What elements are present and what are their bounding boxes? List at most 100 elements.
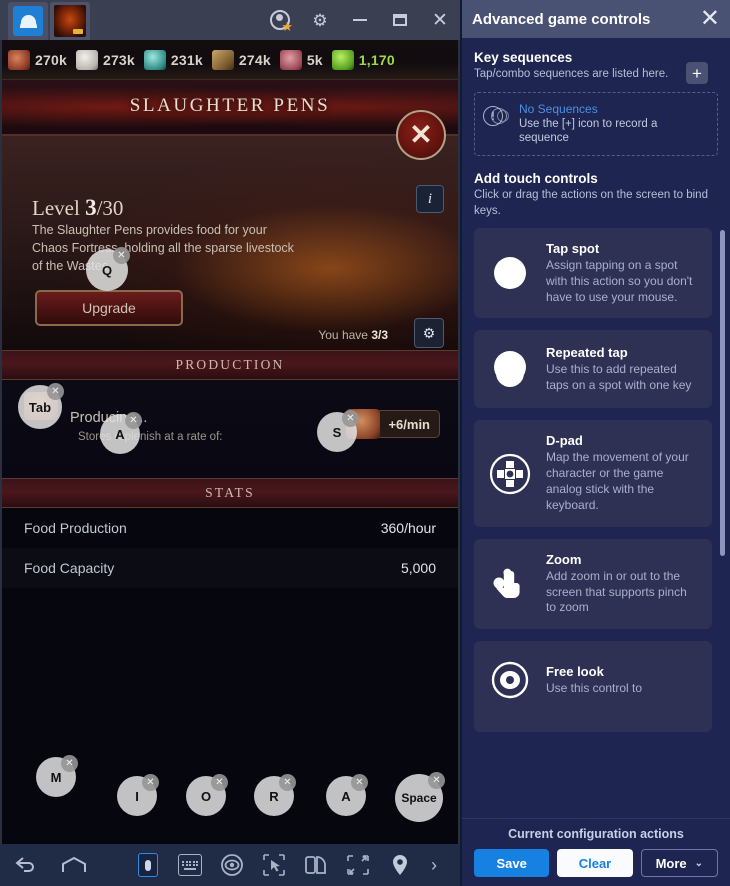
close-panel-icon[interactable]: ✕ xyxy=(700,7,720,31)
building-panel-header: SLAUGHTER PENS xyxy=(2,80,458,136)
panel-footer: Current configuration actions Save Clear… xyxy=(462,818,730,886)
screenshot-button[interactable] xyxy=(298,844,334,886)
add-sequence-button[interactable]: + xyxy=(686,62,708,84)
panel-scrollbar[interactable] xyxy=(720,230,725,556)
key-bubble-tab[interactable]: Tab ✕ xyxy=(18,383,64,429)
key-bubble-s[interactable]: S ✕ xyxy=(317,410,359,452)
remove-binding-icon[interactable]: ✕ xyxy=(351,774,368,791)
panel-header: Advanced game controls ✕ xyxy=(462,0,730,38)
building-settings-button[interactable]: ⚙ xyxy=(414,318,444,348)
card-title: Repeated tap xyxy=(546,345,628,361)
location-button[interactable] xyxy=(382,844,418,886)
resource-item: 273k xyxy=(75,49,135,70)
touch-control-card-list[interactable]: Tap spot Assign tapping on a spot with t… xyxy=(462,228,730,810)
plus-icon: + xyxy=(692,63,702,83)
close-window-button[interactable]: ✕ xyxy=(420,0,460,40)
clear-button[interactable]: Clear xyxy=(557,849,633,877)
settings-button[interactable]: ⚙ xyxy=(300,0,340,40)
info-button[interactable]: i xyxy=(416,185,444,213)
resource-value: 1,170 xyxy=(358,51,395,68)
close-panel-button[interactable]: ✕ xyxy=(396,110,446,160)
minimize-button[interactable] xyxy=(340,0,380,40)
location-pin-icon xyxy=(393,855,407,875)
key-bubble-m[interactable]: M ✕ xyxy=(36,755,78,797)
remove-binding-icon[interactable]: ✕ xyxy=(142,774,159,791)
remove-binding-icon[interactable]: ✕ xyxy=(211,774,228,791)
more-button[interactable]: More ⌄ xyxy=(640,849,718,877)
resource-value: 274k xyxy=(238,51,271,68)
resource-item: 1,170 xyxy=(331,49,395,70)
clear-label: Clear xyxy=(578,855,612,871)
macro-button[interactable] xyxy=(214,844,250,886)
card-repeated-tap[interactable]: Repeated tap Use this to add repeated ta… xyxy=(474,330,712,409)
level-prefix: Level xyxy=(32,196,86,220)
remove-binding-icon[interactable]: ✕ xyxy=(279,774,296,791)
game-viewport[interactable]: 270k 273k 231k 274k 5k 1,170 SLAUGHTER P… xyxy=(2,40,458,844)
upgrade-label: Upgrade xyxy=(82,300,136,316)
resource-value: 270k xyxy=(35,51,67,68)
remove-binding-icon[interactable]: ✕ xyxy=(47,383,64,400)
stat-label: Food Capacity xyxy=(24,560,115,576)
key-bubble-a-2[interactable]: A ✕ xyxy=(326,774,368,816)
screenshot-icon xyxy=(305,856,326,874)
fullscreen-button[interactable] xyxy=(340,844,376,886)
panel-title: Advanced game controls xyxy=(472,10,651,28)
production-band-label: PRODUCTION xyxy=(175,357,285,372)
key-bubble-o[interactable]: O ✕ xyxy=(186,774,228,816)
upgrade-button[interactable]: Upgrade xyxy=(35,290,183,326)
emulator-toolbar: › xyxy=(0,844,460,886)
stat-label: Food Production xyxy=(24,520,127,536)
key-bubble-label: M xyxy=(50,769,62,785)
card-title: Free look xyxy=(546,663,604,679)
remove-binding-icon[interactable]: ✕ xyxy=(342,410,359,427)
key-sequences-title: Key sequences xyxy=(474,50,573,65)
d-pad-icon xyxy=(484,448,536,500)
game-controls-icon xyxy=(138,853,158,877)
advanced-game-controls-panel: Advanced game controls ✕ Key sequences T… xyxy=(462,0,730,886)
account-button[interactable]: ★ xyxy=(260,0,300,40)
screen: ★ ⚙ ✕ 270k 273k 231k 274k 5k 1,170 SLAUG… xyxy=(0,0,730,886)
card-description: Use this to add repeated taps on a spot … xyxy=(546,362,692,392)
card-text: Free look Use this control to xyxy=(546,664,700,697)
game-controls-button[interactable] xyxy=(130,844,166,886)
multi-instance-button[interactable] xyxy=(256,844,292,886)
card-d-pad[interactable]: D-pad Map the movement of your character… xyxy=(474,420,712,527)
remove-binding-icon[interactable]: ✕ xyxy=(428,772,445,789)
card-zoom[interactable]: Zoom Add zoom in or out to the screen th… xyxy=(474,538,712,630)
more-tools-button[interactable]: › xyxy=(424,844,444,886)
key-bubble-space[interactable]: Space ✕ xyxy=(395,772,445,822)
key-bubble-a-1[interactable]: A ✕ xyxy=(100,412,142,454)
save-label: Save xyxy=(496,855,527,871)
key-bubble-q[interactable]: Q ✕ xyxy=(86,247,130,291)
back-arrow-icon xyxy=(15,857,34,872)
resource-item: 231k xyxy=(143,49,203,70)
card-free-look[interactable]: Free look Use this control to xyxy=(474,641,712,733)
key-bubble-r[interactable]: R ✕ xyxy=(254,774,296,816)
you-have-value: 3/3 xyxy=(371,328,388,342)
key-bubble-label: Tab xyxy=(28,399,52,415)
resource-item: 5k xyxy=(279,49,323,70)
card-tap-spot[interactable]: Tap spot Assign tapping on a spot with t… xyxy=(474,228,712,319)
chevron-down-icon: ⌄ xyxy=(694,857,704,869)
remove-binding-icon[interactable]: ✕ xyxy=(61,755,78,772)
card-text: Repeated tap Use this to add repeated ta… xyxy=(546,345,700,394)
tab-strip xyxy=(0,0,90,40)
save-button[interactable]: Save xyxy=(474,849,550,877)
chevron-right-icon: › xyxy=(431,854,437,875)
card-title: Tap spot xyxy=(546,241,600,256)
emulator-window: ★ ⚙ ✕ 270k 273k 231k 274k 5k 1,170 SLAUG… xyxy=(0,0,460,886)
remove-binding-icon[interactable]: ✕ xyxy=(125,412,142,429)
home-icon xyxy=(13,6,43,36)
keyboard-button[interactable] xyxy=(172,844,208,886)
account-icon: ★ xyxy=(270,10,293,33)
home-tab[interactable] xyxy=(8,2,48,40)
back-button[interactable] xyxy=(8,844,44,886)
remove-binding-icon[interactable]: ✕ xyxy=(113,247,130,264)
game-tab[interactable] xyxy=(50,2,90,40)
maximize-button[interactable] xyxy=(380,0,420,40)
key-bubble-i[interactable]: I ✕ xyxy=(117,774,159,816)
home-button[interactable] xyxy=(56,844,92,886)
touch-controls-section: Add touch controls Click or drag the act… xyxy=(474,171,718,219)
card-title: Zoom xyxy=(546,551,582,567)
stats-band-label: STATS xyxy=(205,485,255,500)
